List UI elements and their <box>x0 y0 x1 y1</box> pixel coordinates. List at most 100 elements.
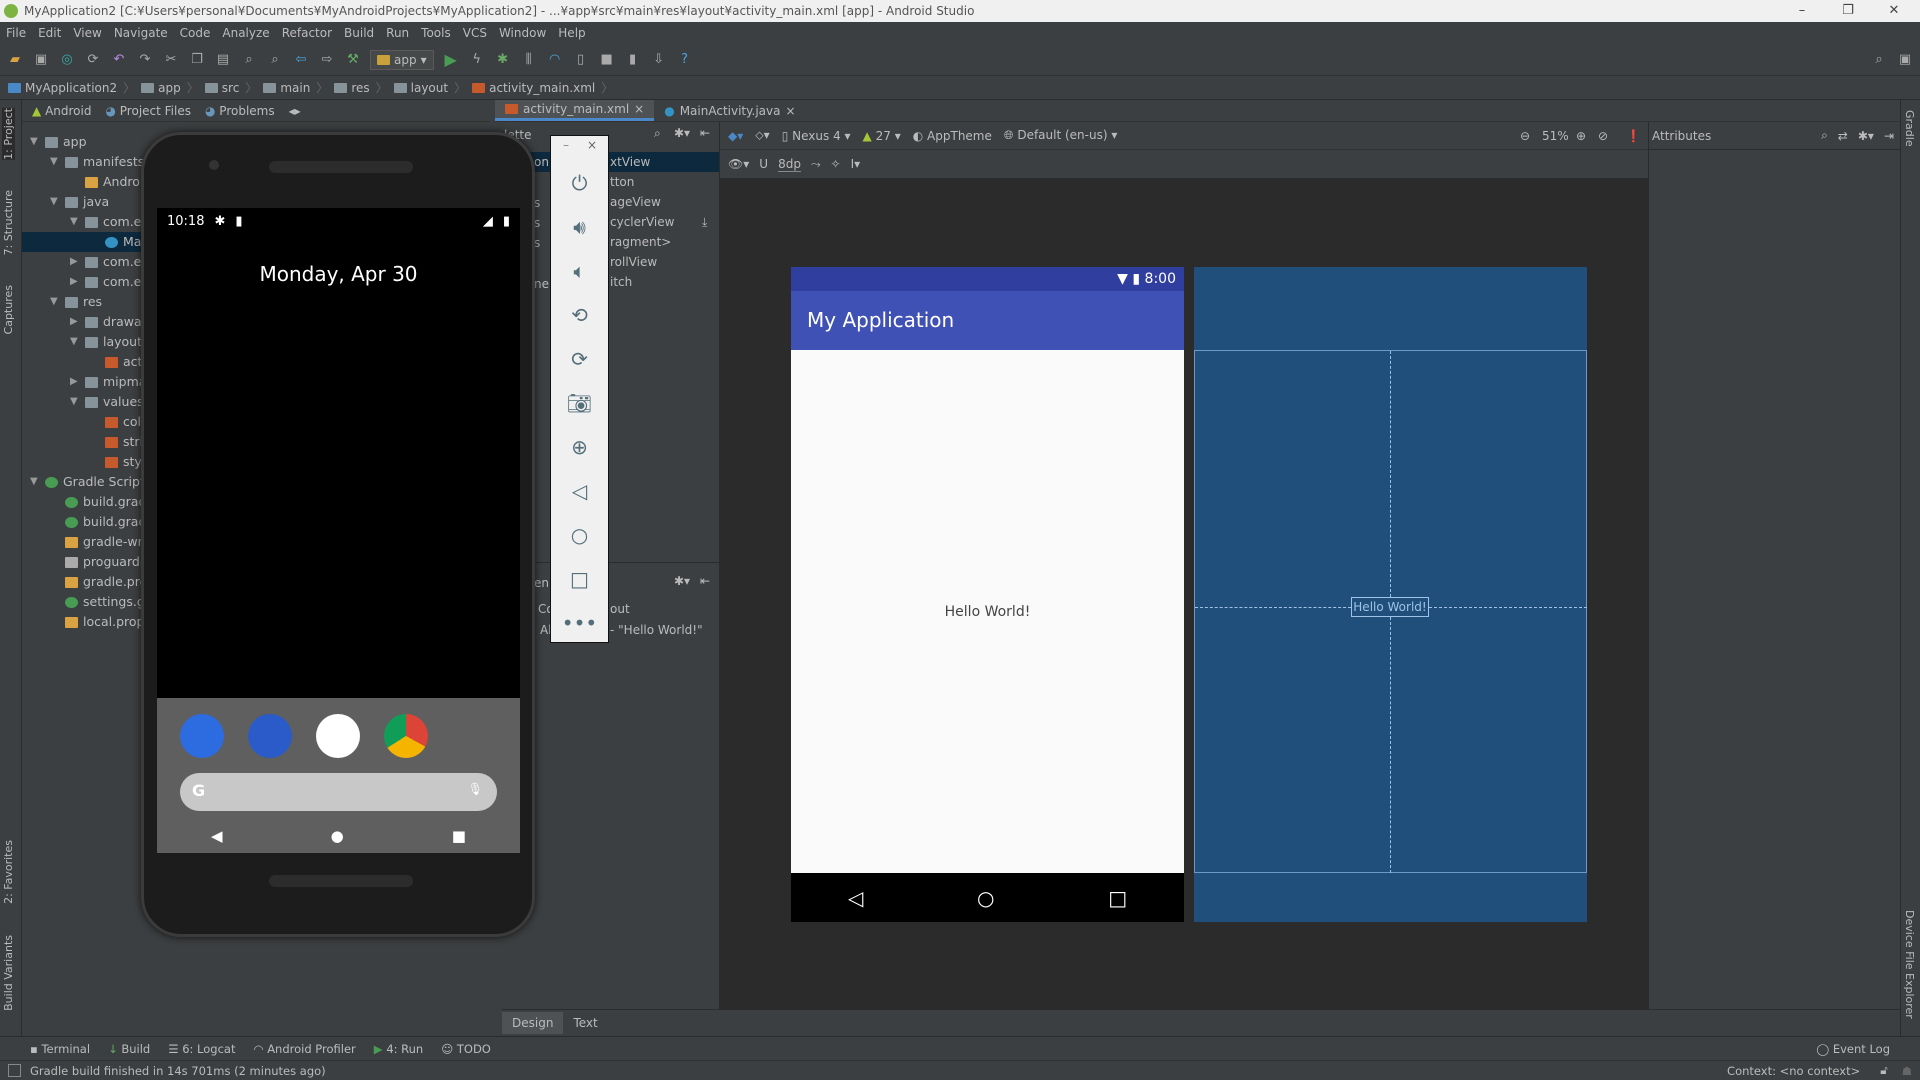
menu-window[interactable]: Window <box>499 26 546 40</box>
menu-code[interactable]: Code <box>180 26 211 40</box>
tool-run[interactable]: ▶ 4: Run <box>374 1042 423 1056</box>
tab-project-files[interactable]: ◕ Project Files <box>105 104 191 118</box>
hide-panel-icon[interactable]: ⇥ <box>1884 129 1894 143</box>
clear-constraints-icon[interactable]: ⤳ <box>811 157 821 172</box>
paste-icon[interactable]: ▤ <box>214 51 232 69</box>
hello-world-textview[interactable]: Hello World! <box>945 604 1031 620</box>
help-icon[interactable]: ? <box>676 51 694 69</box>
tree-item[interactable]: ▼ app <box>30 132 87 152</box>
blueprint-textview[interactable]: Hello World! <box>1351 597 1429 617</box>
crumb-app[interactable]: app <box>141 81 181 95</box>
crumb-main[interactable]: main <box>263 81 310 95</box>
tab-design[interactable]: Design <box>502 1012 564 1034</box>
theme-select[interactable]: ◐ AppTheme <box>913 129 992 143</box>
replace-icon[interactable]: ⌕ <box>266 51 284 69</box>
zoom-fit-icon[interactable]: ⊘ <box>1598 129 1608 143</box>
palette-category[interactable]: on <box>534 155 549 169</box>
home-icon[interactable]: ● <box>331 827 344 845</box>
crumb-res[interactable]: res <box>334 81 370 95</box>
expanded-arrow-icon[interactable]: ▼ <box>70 392 80 412</box>
tab-activity-main-xml[interactable]: activity_main.xml × <box>495 100 655 121</box>
design-surface-layers-icon[interactable]: ◆▾ <box>728 129 743 143</box>
tool-tab-captures[interactable]: Captures <box>2 285 15 334</box>
play-store-icon[interactable] <box>316 714 360 758</box>
minimize-icon[interactable]: – <box>563 138 569 152</box>
tree-item[interactable]: styl <box>90 452 145 472</box>
tool-event-log[interactable]: ◯ Event Log <box>1816 1042 1890 1056</box>
expanded-arrow-icon[interactable]: ▼ <box>70 332 80 352</box>
swap-view-icon[interactable]: ⇄ <box>1838 129 1848 143</box>
palette-item[interactable]: xtView <box>610 155 650 169</box>
palette-item[interactable]: cyclerView <box>610 215 674 229</box>
chrome-icon[interactable] <box>384 714 428 758</box>
crumb-layout[interactable]: layout <box>393 81 448 95</box>
crumb-src[interactable]: src <box>204 81 239 95</box>
menu-analyze[interactable]: Analyze <box>222 26 269 40</box>
open-icon[interactable]: ▰ <box>6 51 24 69</box>
avd-manager-icon[interactable]: ▮ <box>624 51 642 69</box>
tool-build[interactable]: ↓ Build <box>108 1042 150 1056</box>
volume-down-icon[interactable]: 🔈︎ <box>551 259 608 283</box>
menu-vcs[interactable]: VCS <box>463 26 487 40</box>
save-icon[interactable]: ▣ <box>32 51 50 69</box>
maximize-button[interactable]: ❐ <box>1826 0 1870 22</box>
screenshot-camera-icon[interactable]: 📷︎ <box>551 391 608 415</box>
menu-view[interactable]: View <box>73 26 101 40</box>
tool-logcat[interactable]: ☰ 6: Logcat <box>168 1042 235 1056</box>
collapsed-arrow-icon[interactable]: ▶ <box>70 372 80 392</box>
view-options-icon[interactable]: 👁︎▾ <box>728 157 749 171</box>
search-everywhere-icon[interactable]: ⌕ <box>1870 51 1888 69</box>
tree-item[interactable]: build.gradl <box>50 492 150 512</box>
zoom-out-icon[interactable]: ⊖ <box>1520 129 1530 143</box>
device-select[interactable]: ▯ Nexus 4 ▾ <box>782 129 851 143</box>
palette-item[interactable]: ageView <box>610 195 661 209</box>
close-tab-icon[interactable]: × <box>785 104 795 118</box>
google-search-bar[interactable]: G 🎙︎ <box>180 773 497 811</box>
tool-tab-gradle[interactable]: Gradle <box>1903 110 1916 147</box>
tree-item[interactable]: ▼ layout <box>70 332 142 352</box>
expanded-arrow-icon[interactable]: ▼ <box>50 292 60 312</box>
copy-icon[interactable]: ❐ <box>188 51 206 69</box>
api-select[interactable]: ▲ 27 ▾ <box>863 129 901 143</box>
tool-tab-project[interactable]: 1: Project <box>2 108 15 160</box>
redo-icon[interactable]: ↷ <box>136 51 154 69</box>
power-icon[interactable]: ⏻ <box>551 171 608 195</box>
gear-icon[interactable]: ✱▾ <box>674 126 690 140</box>
tool-windows-toggle-icon[interactable] <box>8 1064 21 1077</box>
expanded-arrow-icon[interactable]: ▼ <box>70 212 80 232</box>
zoom-icon[interactable]: ⊕ <box>551 435 608 459</box>
cut-icon[interactable]: ✂ <box>162 51 180 69</box>
close-button[interactable]: ✕ <box>1872 0 1916 22</box>
menu-refactor[interactable]: Refactor <box>282 26 332 40</box>
attach-debugger-icon[interactable]: ⫼ <box>520 51 538 69</box>
menu-edit[interactable]: Edit <box>38 26 61 40</box>
undo-icon[interactable]: ↶ <box>110 51 128 69</box>
stop-icon[interactable]: ■ <box>598 51 616 69</box>
make-hammer-icon[interactable]: ⚒ <box>344 51 362 69</box>
tool-tab-favorites[interactable]: 2: Favorites <box>2 840 15 904</box>
tree-item[interactable]: ▼ Gradle Scripts <box>30 472 151 492</box>
autoconnect-magnet-icon[interactable]: U <box>759 157 768 171</box>
lock-icon[interactable]: 🔓︎ <box>1880 1063 1887 1078</box>
menu-run[interactable]: Run <box>386 26 409 40</box>
download-icon[interactable]: ⤓ <box>702 215 707 230</box>
run-config-select[interactable]: app ▾ <box>370 49 434 70</box>
gear-icon[interactable]: ✱▾ <box>1858 129 1874 143</box>
tree-item[interactable]: ▼ com.ex <box>70 212 149 232</box>
search-icon[interactable]: ⌕ <box>654 126 661 141</box>
overview-icon[interactable]: ■ <box>452 827 466 845</box>
palette-item[interactable]: itch <box>610 275 632 289</box>
overview-icon[interactable]: □ <box>551 567 608 591</box>
tree-item[interactable]: ▶ mipma <box>70 372 146 392</box>
palette-item[interactable]: tton <box>610 175 634 189</box>
collapsed-arrow-icon[interactable]: ▶ <box>70 252 80 272</box>
device-icon[interactable]: ▯ <box>572 51 590 69</box>
sync-icon[interactable]: ◎ <box>58 51 76 69</box>
palette-item[interactable]: rollView <box>610 255 657 269</box>
messages-app-icon[interactable] <box>248 714 292 758</box>
minimize-button[interactable]: – <box>1780 0 1824 22</box>
tool-tab-build-variants[interactable]: Build Variants <box>2 935 15 1011</box>
guidelines-icon[interactable]: I▾ <box>851 157 861 171</box>
tree-item[interactable]: gradle.prop <box>50 572 155 592</box>
component-tree-item[interactable]: out <box>610 602 630 616</box>
